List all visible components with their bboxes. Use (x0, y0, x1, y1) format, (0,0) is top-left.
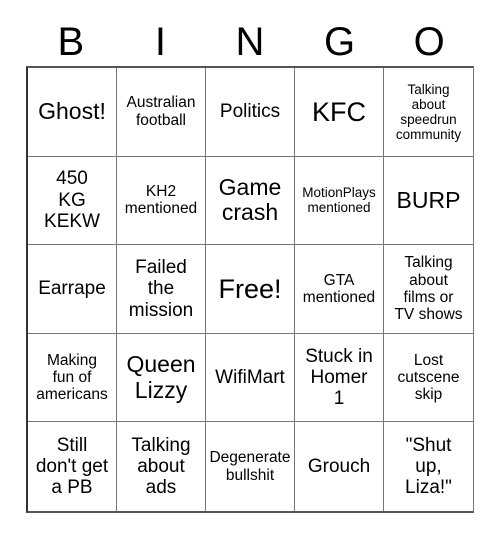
bingo-card: B I N G O Ghost! Australian football Politics K… (0, 0, 500, 544)
bingo-cell-label: Talking about films or TV shows (394, 254, 463, 324)
bingo-cell-r1c5[interactable]: Talking about speedrun community (384, 68, 473, 157)
bingo-cell-r2c1[interactable]: 450 KG KEKW (28, 156, 117, 246)
bingo-header: BINGO (26, 18, 474, 66)
bingo-cell-r3c3[interactable]: Free! (206, 245, 295, 334)
bingo-cell-label: Making fun of americans (36, 351, 108, 404)
bingo-cell-r1c1[interactable]: Ghost! (28, 68, 117, 157)
bingo-cell-r4c4[interactable]: Stuck in Homer 1 (295, 333, 384, 423)
bingo-cell-label: Talking about speedrun community (395, 81, 462, 142)
bingo-cell-label: 450 KG KEKW (44, 168, 100, 233)
bingo-cell-r3c2[interactable]: Failed the mission (117, 245, 206, 334)
bingo-cell-label: KFC (312, 96, 366, 127)
bingo-cell-r1c3[interactable]: Politics (206, 68, 295, 157)
bingo-cell-r2c5[interactable]: BURP (384, 156, 473, 246)
bingo-cell-r5c5[interactable]: "Shut up, Liza!" (384, 422, 473, 511)
bingo-cell-r2c4[interactable]: MotionPlays mentioned (295, 156, 384, 246)
bingo-header-letter-n: N (235, 20, 265, 64)
bingo-cell-label: Game crash (218, 173, 282, 226)
bingo-cell-label: Failed the mission (128, 257, 194, 321)
bingo-cell-r4c5[interactable]: Lost cutscene skip (384, 333, 473, 423)
bingo-cell-r5c4[interactable]: Grouch (295, 422, 384, 511)
bingo-header-letter-b: B (57, 20, 85, 64)
bingo-cell-label: Lost cutscene skip (397, 351, 460, 404)
bingo-cell-label: Talking about ads (131, 434, 191, 499)
bingo-grid: Ghost! Australian football Politics KFC Talk… (26, 66, 474, 513)
bingo-cell-label: GTA mentioned (302, 271, 376, 306)
bingo-cell-r2c2[interactable]: KH2 mentioned (117, 156, 206, 246)
bingo-cell-label: Ghost! (38, 97, 106, 124)
bingo-cell-label: WifiMart (215, 366, 285, 388)
bingo-cell-r5c3[interactable]: Degenerate bullshit (206, 422, 295, 511)
bingo-cell-label: Earrape (38, 278, 106, 300)
bingo-cell-r5c2[interactable]: Talking about ads (117, 422, 206, 511)
bingo-cell-r3c4[interactable]: GTA mentioned (295, 245, 384, 334)
bingo-cell-label: Australian football (126, 94, 196, 129)
bingo-cell-label: BURP (396, 186, 461, 213)
bingo-cell-label: MotionPlays mentioned (302, 185, 376, 216)
bingo-cell-r2c3[interactable]: Game crash (206, 156, 295, 246)
bingo-cell-r1c2[interactable]: Australian football (117, 68, 206, 157)
bingo-header-letter-o: O (413, 20, 445, 64)
bingo-cell-label: Degenerate bullshit (209, 449, 291, 484)
bingo-cell-label: Still don't get a PB (35, 434, 109, 499)
bingo-cell-r4c1[interactable]: Making fun of americans (28, 333, 117, 423)
bingo-cell-label: Politics (219, 101, 281, 123)
bingo-cell-r4c2[interactable]: Queen Lizzy (117, 333, 206, 423)
bingo-cell-r1c4[interactable]: KFC (295, 68, 384, 157)
bingo-header-letter-g: G (324, 20, 356, 64)
bingo-cell-label: Stuck in Homer 1 (305, 345, 373, 410)
bingo-cell-label: Grouch (307, 456, 371, 478)
bingo-cell-r5c1[interactable]: Still don't get a PB (28, 422, 117, 511)
bingo-cell-r4c3[interactable]: WifiMart (206, 333, 295, 423)
bingo-cell-label: KH2 mentioned (124, 183, 198, 218)
bingo-cell-label: Free! (218, 273, 282, 304)
bingo-header-letter-i: I (154, 20, 166, 64)
bingo-cell-label: "Shut up, Liza!" (405, 434, 452, 499)
bingo-cell-r3c5[interactable]: Talking about films or TV shows (384, 245, 473, 334)
bingo-cell-label: Queen Lizzy (126, 350, 196, 403)
bingo-cell-r3c1[interactable]: Earrape (28, 245, 117, 334)
